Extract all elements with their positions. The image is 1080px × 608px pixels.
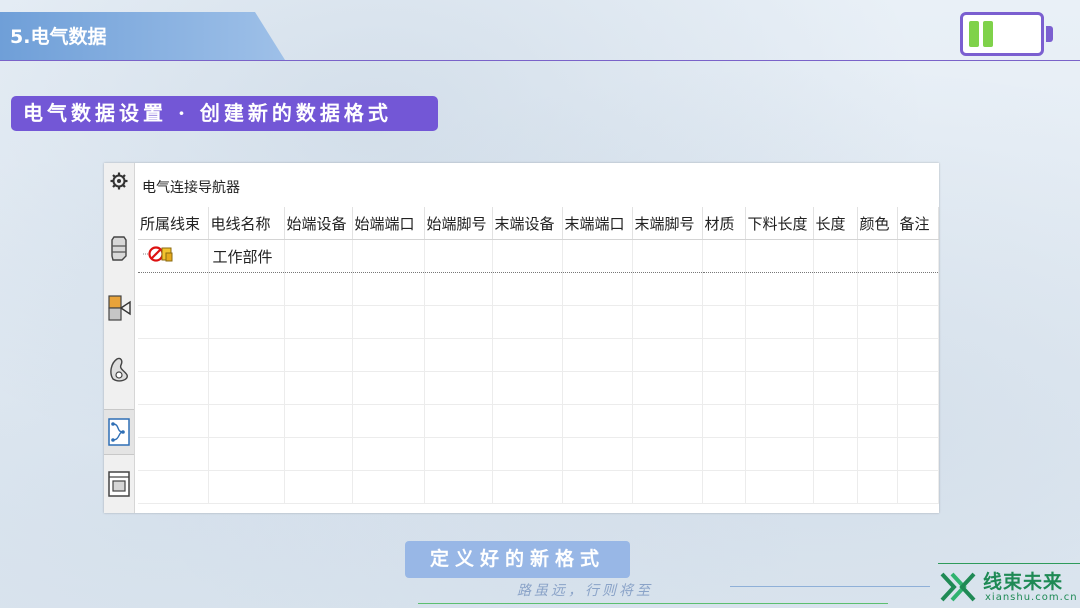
wire-table: 所属线束 电线名称 始端设备 始端端口 始端脚号 末端设备 末端端口 末端脚号 … (138, 207, 939, 504)
table-cell[interactable] (702, 239, 746, 273)
resource-bar (104, 163, 135, 513)
column-header[interactable]: 所属线束 (138, 207, 209, 240)
no-entry-assembly-icon (142, 244, 176, 268)
column-header[interactable]: 电线名称 (208, 207, 285, 240)
battery-tip (1046, 26, 1053, 42)
wire-name-cell[interactable]: 工作部件 (208, 239, 285, 273)
brand-name: 线束未来 (983, 571, 1064, 593)
device-icon[interactable] (104, 463, 134, 507)
decor-line (730, 586, 930, 587)
decor-line (418, 603, 888, 604)
table-row[interactable] (138, 338, 939, 372)
column-header[interactable]: 始端设备 (284, 207, 353, 240)
table-cell[interactable] (352, 239, 425, 273)
caption-label: 定义好的新格式 (405, 541, 630, 578)
table-header-row: 所属线束 电线名称 始端设备 始端端口 始端脚号 末端设备 末端端口 末端脚号 … (138, 207, 939, 240)
battery-cell-2 (983, 21, 993, 47)
table-cell[interactable] (857, 239, 898, 273)
table-row[interactable] (138, 305, 939, 339)
slide-title: 5.电气数据 (10, 26, 107, 48)
section-label: 电气数据设置 · 创建新的数据格式 (11, 96, 438, 131)
battery-cell-1 (969, 21, 979, 47)
table-cell[interactable] (492, 239, 563, 273)
column-header[interactable]: 末端端口 (562, 207, 633, 240)
connector-valve-icon[interactable] (104, 289, 134, 329)
gear-icon[interactable] (104, 167, 134, 195)
table-cell[interactable] (284, 239, 353, 273)
table-cell[interactable] (813, 239, 858, 273)
column-header[interactable]: 长度 (813, 207, 858, 240)
table-row[interactable] (138, 437, 939, 471)
column-header[interactable]: 材质 (702, 207, 746, 240)
brand-logo-icon (938, 570, 978, 604)
column-header[interactable]: 颜色 (857, 207, 898, 240)
column-header[interactable]: 备注 (897, 207, 939, 240)
brand-url[interactable]: xianshu.com.cn (985, 592, 1078, 603)
table-row[interactable]: 工作部件 (138, 239, 939, 273)
table-row[interactable] (138, 404, 939, 438)
column-header[interactable]: 末端脚号 (632, 207, 703, 240)
wiring-diagram-icon[interactable] (104, 409, 134, 455)
table-cell[interactable] (632, 239, 703, 273)
brand-divider (938, 563, 1080, 564)
table-row[interactable] (138, 371, 939, 405)
table-row[interactable] (138, 470, 939, 504)
header-divider (0, 60, 1080, 61)
table-cell[interactable] (745, 239, 814, 273)
column-header[interactable]: 始端端口 (352, 207, 425, 240)
table-cell[interactable] (897, 239, 939, 273)
electrical-navigator-window: 电气连接导航器 所属线束 电线名称 始端设备 始端端口 始端脚号 末端设备 末端… (104, 163, 939, 513)
bracket-icon[interactable] (104, 229, 134, 269)
column-header[interactable]: 末端设备 (492, 207, 563, 240)
battery-icon (960, 12, 1044, 56)
column-header[interactable]: 下料长度 (745, 207, 814, 240)
clip-icon[interactable] (104, 349, 134, 389)
column-header[interactable]: 始端脚号 (424, 207, 493, 240)
slogan-text: 路虽远，行则将至 (517, 583, 653, 599)
table-cell[interactable] (562, 239, 633, 273)
panel-title: 电气连接导航器 (142, 180, 240, 196)
table-cell[interactable] (424, 239, 493, 273)
table-row[interactable] (138, 272, 939, 306)
table-cell[interactable] (138, 239, 209, 273)
